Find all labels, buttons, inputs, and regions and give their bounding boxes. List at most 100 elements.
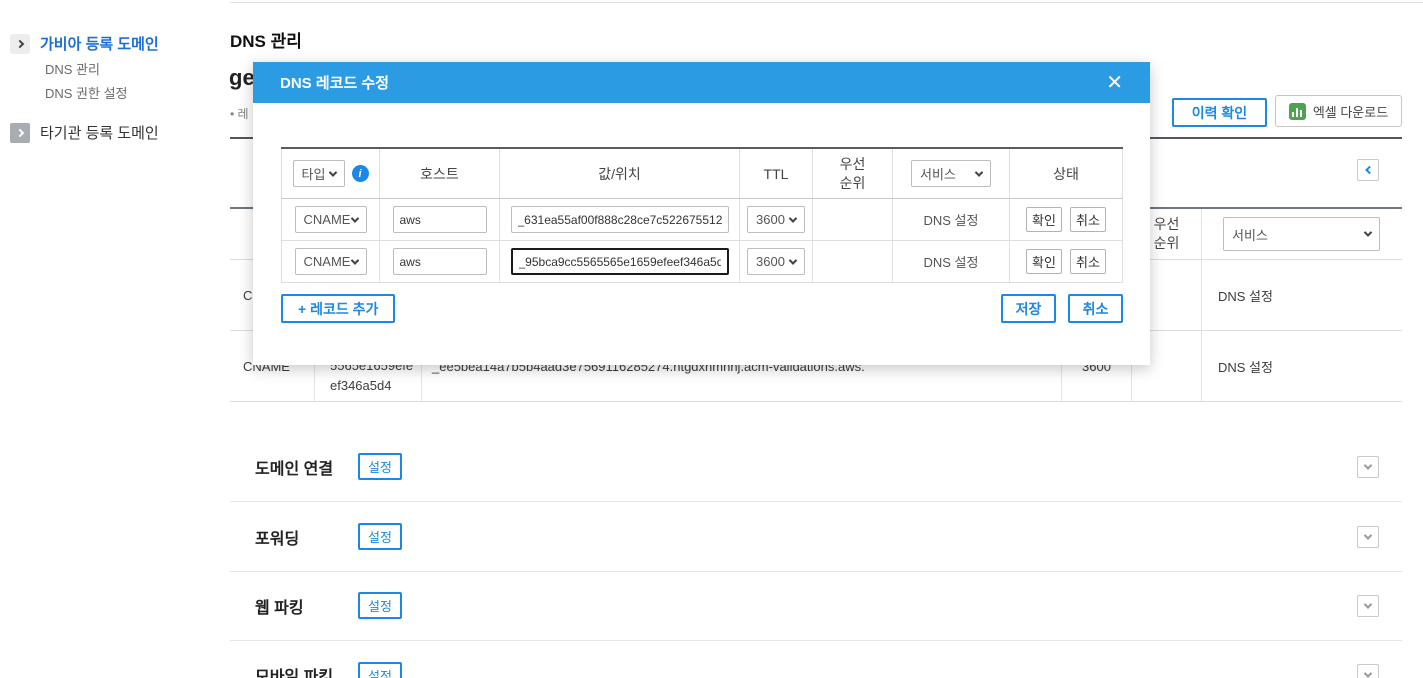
host-cell bbox=[380, 199, 500, 241]
expand-section-button[interactable] bbox=[1357, 664, 1379, 678]
collapse-panel-button[interactable] bbox=[1357, 159, 1379, 181]
host-input[interactable] bbox=[392, 248, 487, 275]
close-icon[interactable]: ✕ bbox=[1106, 73, 1123, 93]
info-icon[interactable]: i bbox=[351, 165, 369, 182]
chevron-down-icon bbox=[1363, 669, 1373, 678]
chevron-down-icon bbox=[350, 213, 359, 223]
note-bullet: • bbox=[230, 107, 235, 121]
status-cell: 확인 취소 bbox=[1010, 199, 1123, 241]
modal-table-header: 타입 i 호스트 값/위치 TTL 우선 순위 서비스 상태 bbox=[281, 149, 1123, 199]
modal-record-row: CNAME 3600 bbox=[281, 199, 1123, 241]
header-cell-value: 값/위치 bbox=[500, 149, 740, 199]
header-cell-service: 서비스 bbox=[893, 149, 1010, 199]
mobile-parking-setting-button[interactable]: 설정 bbox=[358, 661, 402, 678]
cancel-button[interactable]: 취소 bbox=[1070, 207, 1106, 232]
type-cell: CNAME bbox=[281, 241, 380, 283]
value-cell bbox=[500, 241, 740, 283]
section-domain-connect: 도메인 연결 설정 bbox=[230, 432, 1402, 502]
expand-section-button[interactable] bbox=[1357, 595, 1379, 617]
header-cell-status: 상태 bbox=[1010, 149, 1123, 199]
web-parking-setting-button[interactable]: 설정 bbox=[358, 592, 402, 619]
section-title: 포워딩 bbox=[255, 530, 300, 548]
type-cell: CNAME bbox=[281, 199, 380, 241]
section-title: 모바일 파킹 bbox=[255, 669, 334, 678]
chevron-down-icon bbox=[328, 167, 337, 177]
type-header-select[interactable]: 타입 bbox=[292, 160, 345, 187]
sidebar: 가비아 등록 도메인 DNS 관리 DNS 권한 설정 타기관 등록 도메인 bbox=[0, 0, 230, 678]
excel-download-label: 엑셀 다운로드 bbox=[1312, 104, 1389, 120]
service-cell: DNS 설정 bbox=[893, 241, 1010, 283]
record-service: DNS 설정 bbox=[1202, 331, 1402, 402]
section-title: 도메인 연결 bbox=[255, 460, 334, 478]
header-cell-ttl: TTL bbox=[740, 149, 813, 199]
header-cell-service: 서비스 bbox=[1202, 209, 1402, 260]
sidebar-item-other-registrar-domains[interactable]: 타기관 등록 도메인 bbox=[10, 122, 159, 143]
status-cell: 확인 취소 bbox=[1010, 241, 1123, 283]
priority-cell bbox=[813, 241, 893, 283]
service-header-select[interactable]: 서비스 bbox=[911, 160, 991, 187]
chevron-right-icon bbox=[10, 33, 30, 54]
ttl-select[interactable]: 3600 bbox=[747, 206, 805, 233]
excel-chart-icon bbox=[1288, 102, 1306, 120]
priority-cell bbox=[813, 199, 893, 241]
modal-cancel-button[interactable]: 취소 bbox=[1068, 294, 1123, 323]
sidebar-item-label: 가비아 등록 도메인 bbox=[40, 36, 159, 53]
ttl-select[interactable]: 3600 bbox=[747, 248, 805, 275]
save-button[interactable]: 저장 bbox=[1001, 294, 1056, 323]
chevron-right-icon bbox=[10, 122, 30, 143]
host-input[interactable] bbox=[392, 206, 487, 233]
history-check-button[interactable]: 이력 확인 bbox=[1172, 98, 1267, 127]
note-partial-text: 레 bbox=[237, 107, 249, 121]
header-cell-priority: 우선 순위 bbox=[813, 149, 893, 199]
chevron-down-icon bbox=[974, 167, 984, 177]
domain-name: ge bbox=[229, 65, 255, 90]
chevron-down-icon bbox=[1363, 600, 1373, 609]
modal-title: DNS 레코드 수정 bbox=[280, 75, 390, 92]
dns-management-screen: 가비아 등록 도메인 DNS 관리 DNS 권한 설정 타기관 등록 도메인 D… bbox=[0, 0, 1423, 678]
chevron-up-icon bbox=[1365, 165, 1374, 175]
cancel-button[interactable]: 취소 bbox=[1070, 249, 1106, 274]
modal-body: 타입 i 호스트 값/위치 TTL 우선 순위 서비스 상태 CNAME aws… bbox=[253, 103, 1150, 323]
section-forwarding: 포워딩 설정 bbox=[230, 502, 1402, 572]
chevron-down-icon bbox=[1363, 228, 1373, 237]
modal-footer: + 레코드 추가 저장 취소 bbox=[281, 294, 1123, 323]
record-type-select[interactable]: CNAME bbox=[294, 206, 367, 233]
section-web-parking: 웹 파킹 설정 bbox=[230, 571, 1402, 641]
modal-header: DNS 레코드 수정 ✕ bbox=[253, 62, 1150, 103]
excel-download-button[interactable]: 엑셀 다운로드 bbox=[1275, 95, 1402, 127]
modal-record-row: CNAME 3600 bbox=[281, 241, 1123, 283]
add-record-button[interactable]: + 레코드 추가 bbox=[281, 294, 396, 323]
confirm-button[interactable]: 확인 bbox=[1026, 249, 1062, 274]
page-title: DNS 관리 bbox=[230, 32, 302, 51]
chevron-down-icon bbox=[1363, 531, 1373, 540]
forwarding-setting-button[interactable]: 설정 bbox=[358, 523, 402, 550]
expand-section-button[interactable] bbox=[1357, 456, 1379, 478]
chevron-down-icon bbox=[350, 255, 359, 265]
header-cell-type: 타입 i bbox=[281, 149, 380, 199]
host-cell bbox=[380, 241, 500, 283]
chevron-down-icon bbox=[788, 213, 798, 223]
note-text: • 레 bbox=[230, 105, 249, 122]
expand-section-button[interactable] bbox=[1357, 526, 1379, 548]
confirm-button[interactable]: 확인 bbox=[1026, 207, 1062, 232]
sidebar-item-dns-management[interactable]: DNS 관리 bbox=[45, 59, 100, 78]
chevron-down-icon bbox=[1363, 461, 1373, 470]
sidebar-item-label: 타기관 등록 도메인 bbox=[40, 125, 159, 142]
sidebar-item-dns-permission[interactable]: DNS 권한 설정 bbox=[45, 83, 128, 102]
sidebar-item-gabia-domains[interactable]: 가비아 등록 도메인 bbox=[10, 33, 159, 54]
service-filter-select[interactable]: 서비스 bbox=[1223, 217, 1380, 251]
ttl-cell: 3600 bbox=[740, 241, 813, 283]
dns-record-edit-modal: DNS 레코드 수정 ✕ 타입 i 호스트 값/위치 TTL 우선 순위 서비스… bbox=[253, 62, 1150, 365]
record-service: DNS 설정 bbox=[1202, 260, 1402, 331]
modal-record-table: 타입 i 호스트 값/위치 TTL 우선 순위 서비스 상태 CNAME aws… bbox=[281, 147, 1123, 283]
value-input[interactable] bbox=[510, 206, 729, 233]
record-type-select[interactable]: CNAME bbox=[294, 248, 367, 275]
chevron-down-icon bbox=[788, 255, 798, 265]
value-input-focused[interactable] bbox=[510, 248, 729, 275]
header-cell-host: 호스트 bbox=[380, 149, 500, 199]
domain-connect-setting-button[interactable]: 설정 bbox=[358, 453, 402, 480]
ttl-cell: 3600 bbox=[740, 199, 813, 241]
section-title: 웹 파킹 bbox=[255, 599, 304, 617]
section-mobile-parking: 모바일 파킹 설정 bbox=[230, 640, 1402, 678]
service-cell: DNS 설정 bbox=[893, 199, 1010, 241]
